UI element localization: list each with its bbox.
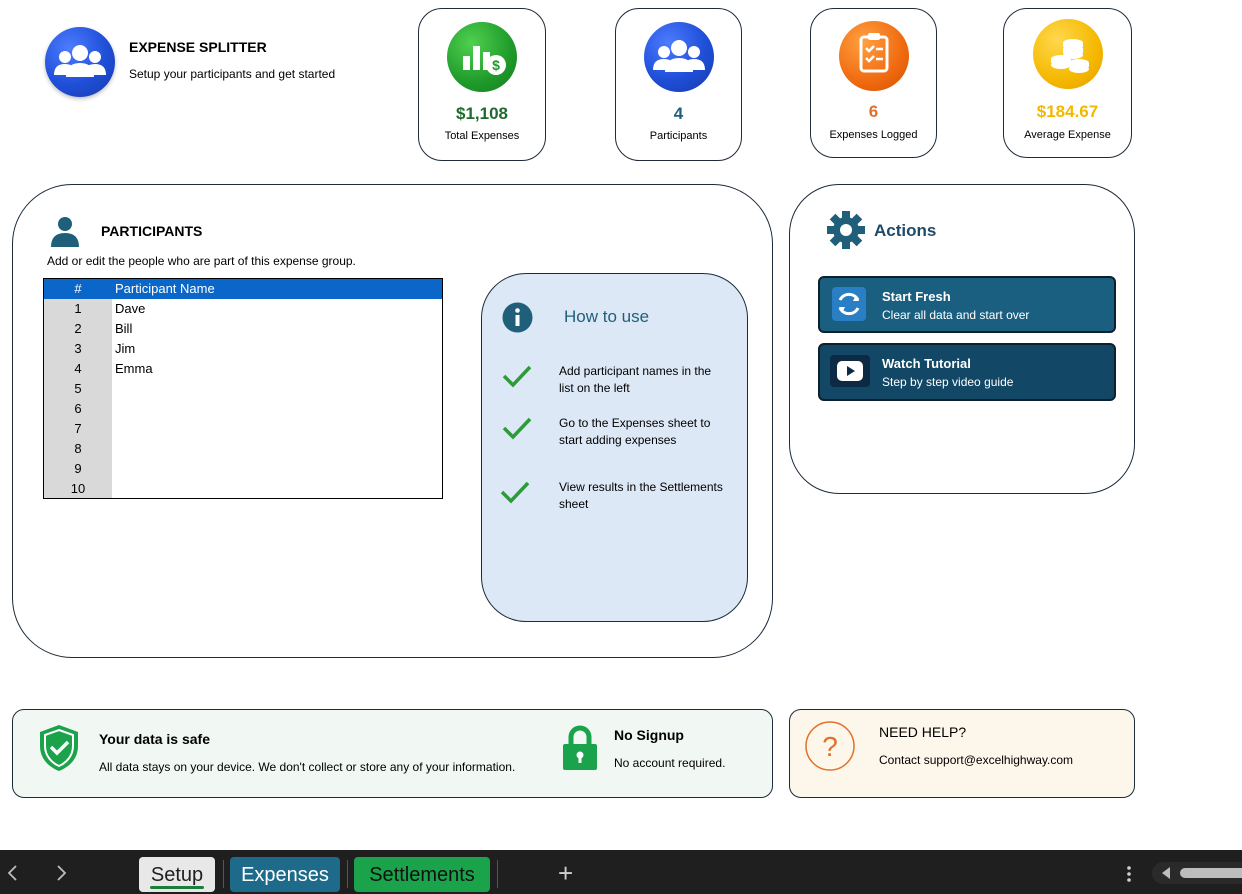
person-icon: [49, 215, 81, 252]
table-row[interactable]: 7: [44, 419, 442, 439]
table-row[interactable]: 1 Dave: [44, 299, 442, 319]
chart-dollar-icon: $: [447, 22, 517, 92]
stat-card-expenses-logged: 6 Expenses Logged: [810, 8, 937, 158]
participants-table: # Participant Name 1 Dave 2 Bill 3 Jim 4 Emm…: [43, 278, 443, 499]
add-sheet-button[interactable]: +: [558, 858, 573, 888]
tab-divider: [497, 860, 498, 888]
info-icon: [502, 302, 533, 338]
check-icon: [502, 416, 532, 445]
app-title: EXPENSE SPLITTER: [129, 39, 267, 55]
expenses-logged-label: Expenses Logged: [829, 129, 918, 141]
tab-settlements[interactable]: Settlements: [354, 857, 490, 892]
average-expense-label: Average Expense: [1024, 129, 1111, 141]
watch-tutorial-button[interactable]: Watch Tutorial Step by step video guide: [818, 343, 1116, 401]
lock-icon: [562, 724, 598, 775]
row-number: 5: [44, 379, 112, 399]
gear-icon: [826, 210, 866, 255]
table-row[interactable]: 4 Emma: [44, 359, 442, 379]
svg-text:?: ?: [822, 731, 838, 762]
how-to-use-title: How to use: [564, 307, 650, 326]
header-participant-name: Participant Name: [115, 281, 215, 296]
how-to-step-2: Go to the Expenses sheet to start adding…: [559, 416, 711, 447]
tab-setup-label: Setup: [150, 864, 204, 886]
row-number: 10: [44, 479, 112, 498]
chevron-left-icon[interactable]: [6, 864, 20, 887]
horizontal-scrollbar[interactable]: [1152, 862, 1242, 884]
tab-setup[interactable]: Setup: [139, 857, 215, 892]
chevron-right-icon[interactable]: [54, 864, 68, 887]
table-row[interactable]: 9: [44, 459, 442, 479]
stat-card-participants: 4 Participants: [615, 8, 742, 161]
how-to-step-3: View results in the Settlements sheet: [559, 480, 723, 511]
row-number: 2: [44, 319, 112, 339]
help-title: NEED HELP?: [879, 724, 967, 740]
stat-card-total-expenses: $ $1,108 Total Expenses: [418, 8, 546, 161]
header-number: #: [74, 281, 82, 296]
participant-name-cell[interactable]: Bill: [115, 319, 132, 339]
table-row[interactable]: 8: [44, 439, 442, 459]
participant-name-cell[interactable]: Jim: [115, 339, 135, 359]
total-expenses-value: $1,108: [456, 104, 508, 123]
participants-count-label: Participants: [649, 130, 708, 142]
participant-name-cell[interactable]: Emma: [115, 359, 153, 379]
how-to-step-1: Add participant names in the list on the…: [559, 364, 712, 395]
tab-settlements-label: Settlements: [369, 864, 475, 886]
no-signup-title: No Signup: [614, 727, 684, 743]
clipboard-icon: [838, 21, 909, 91]
data-safe-title: Your data is safe: [99, 731, 211, 747]
data-safe-box: [12, 709, 773, 798]
average-expense-value: $184.67: [1036, 102, 1099, 121]
table-row[interactable]: 6: [44, 399, 442, 419]
shield-check-icon: [36, 723, 82, 778]
row-number: 1: [44, 299, 112, 319]
participant-name-cell[interactable]: Dave: [115, 299, 145, 319]
start-fresh-description: Clear all data and start over: [882, 308, 1030, 322]
active-tab-indicator: [150, 886, 204, 889]
row-number: 6: [44, 399, 112, 419]
expenses-logged-value: 6: [868, 102, 879, 121]
participants-description: Add or edit the people who are part of t…: [47, 254, 356, 268]
table-header-row: # Participant Name: [44, 279, 442, 299]
table-row[interactable]: 3 Jim: [44, 339, 442, 359]
row-number: 8: [44, 439, 112, 459]
start-fresh-button[interactable]: Start Fresh Clear all data and start ove…: [818, 276, 1116, 333]
participants-title: PARTICIPANTS: [101, 223, 203, 239]
check-icon: [500, 480, 530, 509]
scrollbar-thumb[interactable]: [1180, 868, 1242, 878]
watch-tutorial-description: Step by step video guide: [882, 375, 1014, 389]
more-options-icon[interactable]: [1125, 865, 1133, 888]
help-contact[interactable]: Contact support@excelhighway.com: [879, 753, 1073, 767]
watch-tutorial-label: Watch Tutorial: [882, 356, 971, 371]
table-row[interactable]: 10: [44, 479, 442, 498]
actions-title: Actions: [874, 221, 937, 240]
row-number: 7: [44, 419, 112, 439]
data-safe-text: All data stays on your device. We don't …: [99, 760, 516, 774]
coins-icon: [1032, 19, 1103, 89]
row-number: 4: [44, 359, 112, 379]
participants-count-value: 4: [673, 104, 684, 123]
group-icon: [643, 22, 714, 92]
play-icon: [830, 355, 870, 387]
tab-divider: [347, 860, 348, 888]
no-signup-text: No account required.: [614, 756, 726, 770]
start-fresh-label: Start Fresh: [882, 289, 951, 304]
app-subtitle: Setup your participants and get started: [129, 67, 336, 81]
table-row[interactable]: 2 Bill: [44, 319, 442, 339]
app-logo-group-icon: [45, 27, 115, 97]
question-icon: ?: [804, 720, 856, 777]
table-row[interactable]: 5: [44, 379, 442, 399]
stat-card-average-expense: $184.67 Average Expense: [1003, 8, 1132, 158]
scroll-left-icon[interactable]: [1158, 862, 1174, 884]
row-number: 3: [44, 339, 112, 359]
check-icon: [502, 364, 532, 393]
tab-divider: [223, 860, 224, 888]
tab-expenses-label: Expenses: [241, 864, 329, 886]
tab-expenses[interactable]: Expenses: [230, 857, 340, 892]
row-number: 9: [44, 459, 112, 479]
refresh-icon: [832, 287, 866, 321]
total-expenses-label: Total Expenses: [444, 130, 520, 142]
svg-text:$: $: [492, 57, 500, 73]
